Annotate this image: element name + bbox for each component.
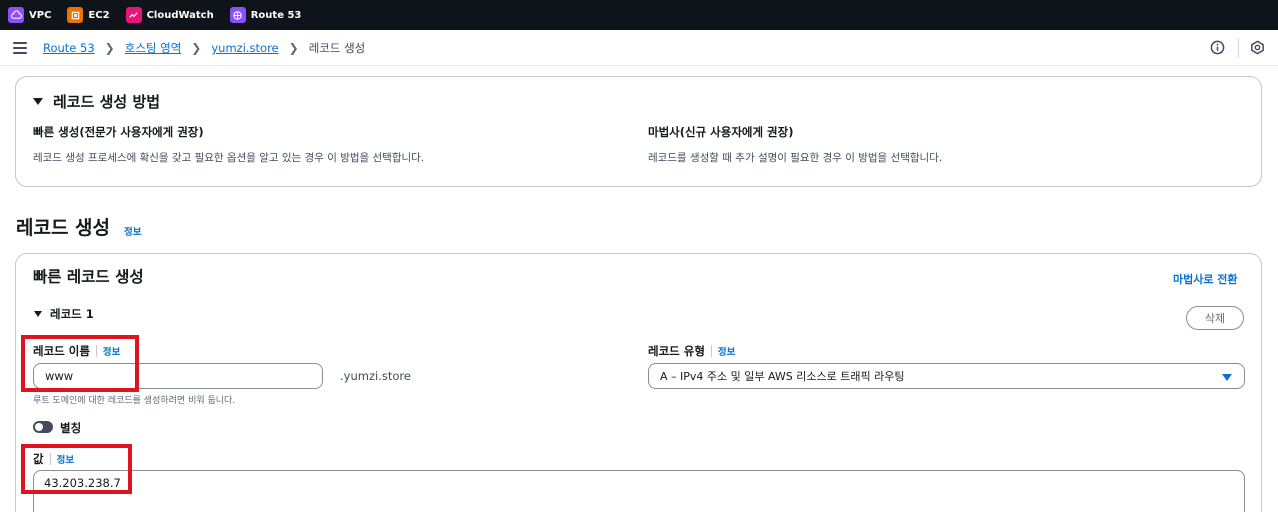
quick-create-title: 빠른 생성(전문가 사용자에게 권장) (33, 125, 204, 139)
cloudwatch-icon (125, 7, 142, 23)
menu-icon[interactable] (13, 42, 27, 54)
breadcrumb-bar: Route 53 ❯ 호스팅 영역 ❯ yumzi.store ❯ 레코드 생성 (0, 30, 1278, 66)
wizard-desc: 레코드를 생성할 때 추가 설명이 필요한 경우 이 방법을 선택합니다. (648, 152, 943, 164)
breadcrumb-hosted-zones[interactable]: 호스팅 영역 (125, 40, 182, 56)
caret-down-icon (1222, 374, 1232, 381)
highlight-box-record-name (21, 335, 139, 392)
service-cloudwatch[interactable]: CloudWatch (125, 7, 214, 23)
caret-down-icon (34, 311, 42, 317)
vpc-icon (8, 7, 24, 23)
route53-icon (229, 7, 246, 23)
alias-toggle[interactable] (33, 421, 53, 433)
settings-hex-icon[interactable] (1250, 40, 1265, 55)
divider (1238, 38, 1239, 58)
service-route53[interactable]: Route 53 (229, 7, 301, 23)
caret-down-icon (33, 98, 43, 105)
quick-create-heading: 빠른 레코드 생성 (33, 268, 144, 286)
record-name-hint: 루트 도메인에 대한 레코드를 생성하려면 비워 둡니다. (33, 396, 236, 406)
info-circle-icon[interactable] (1210, 40, 1225, 55)
ec2-icon (67, 7, 84, 23)
delete-button[interactable]: 삭제 (1186, 306, 1244, 330)
breadcrumb-current: 레코드 생성 (308, 41, 366, 55)
creation-method-header[interactable]: 레코드 생성 방법 (33, 91, 160, 112)
service-vpc[interactable]: VPC (8, 7, 51, 23)
record-type-select[interactable]: A – IPv4 주소 및 일부 AWS 리소스로 트래픽 라우팅 (648, 363, 1245, 389)
page-info-link[interactable]: 정보 (124, 224, 141, 238)
record-type-label: 레코드 유형 정보 (648, 344, 736, 358)
service-ec2[interactable]: EC2 (67, 7, 110, 23)
record-1-header[interactable]: 레코드 1 (34, 306, 94, 322)
chevron-right-icon: ❯ (104, 41, 115, 55)
domain-suffix: .yumzi.store (340, 369, 411, 383)
breadcrumb: Route 53 ❯ 호스팅 영역 ❯ yumzi.store ❯ 레코드 생성 (43, 40, 365, 56)
quick-create-desc: 레코드 생성 프로세스에 확신을 갖고 필요한 옵션을 알고 있는 경우 이 방… (33, 152, 425, 164)
chevron-right-icon: ❯ (288, 41, 299, 55)
alias-label: 별칭 (60, 421, 82, 435)
record-type-info-link[interactable]: 정보 (718, 344, 735, 358)
breadcrumb-zone[interactable]: yumzi.store (211, 41, 278, 55)
service-favorites-bar: VPC EC2 CloudWatch Route 53 (0, 0, 1278, 30)
value-textarea[interactable]: 43.203.238.7 (33, 470, 1245, 512)
chevron-right-icon: ❯ (191, 41, 202, 55)
switch-to-wizard-link[interactable]: 마법사로 전환 (1173, 271, 1238, 287)
page-title: 레코드 생성 (16, 217, 111, 239)
breadcrumb-route53[interactable]: Route 53 (43, 41, 95, 55)
wizard-title: 마법사(신규 사용자에게 권장) (648, 125, 794, 139)
creation-method-panel: 레코드 생성 방법 빠른 생성(전문가 사용자에게 권장) 레코드 생성 프로세… (15, 76, 1262, 187)
highlight-box-value (21, 444, 132, 494)
